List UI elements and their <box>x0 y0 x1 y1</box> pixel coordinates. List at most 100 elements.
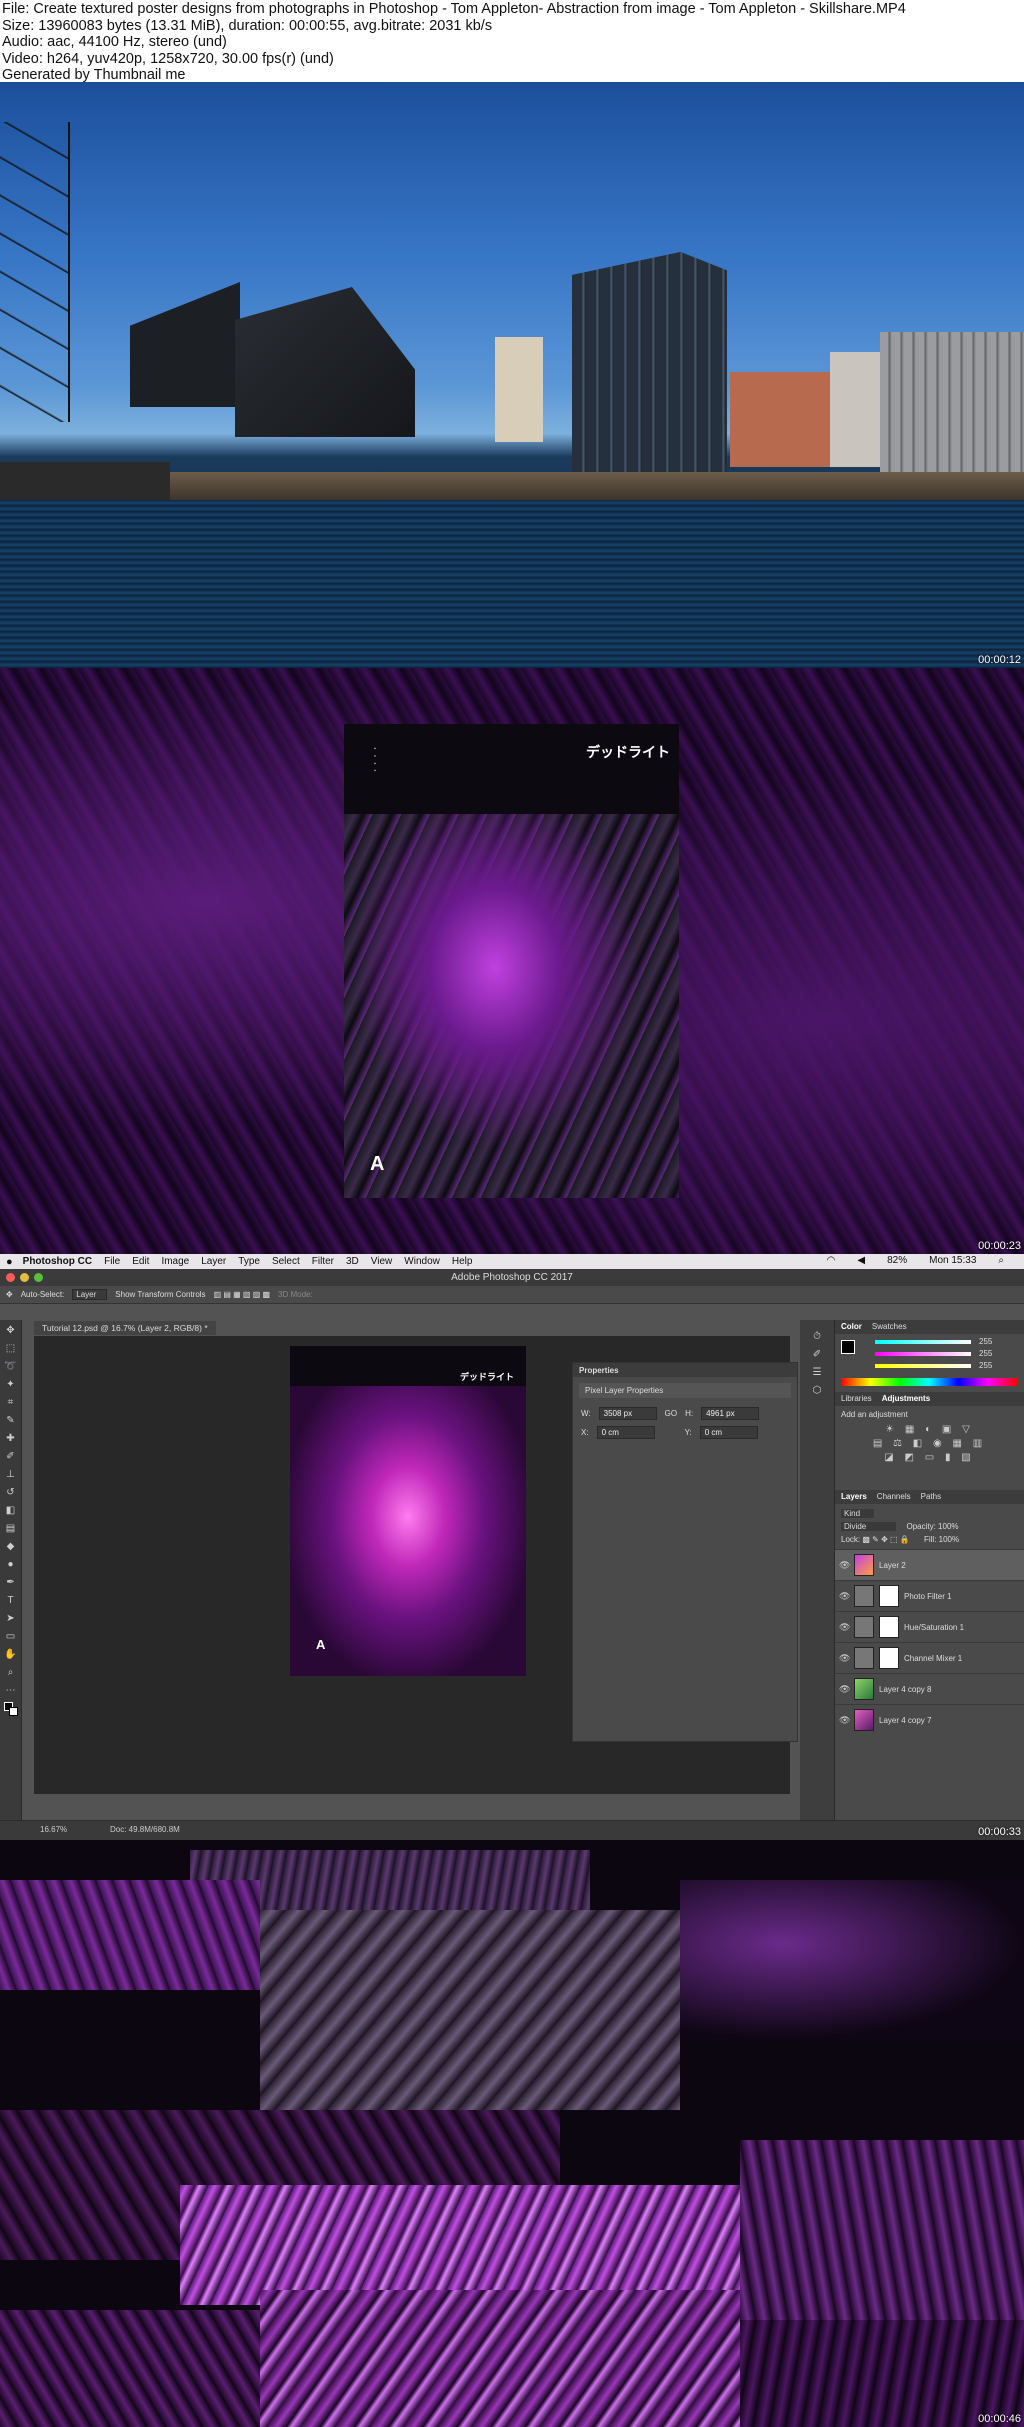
link-dimensions-button[interactable]: GO <box>665 1409 677 1418</box>
spectrum-bar[interactable] <box>841 1378 1017 1386</box>
gradient-tool-icon[interactable]: ▤ <box>4 1522 18 1536</box>
value-r[interactable]: 255 <box>979 1337 992 1346</box>
magic-wand-icon[interactable]: ✦ <box>4 1378 18 1392</box>
document-tab[interactable]: Tutorial 12.psd @ 16.7% (Layer 2, RGB/8)… <box>34 1321 216 1335</box>
eye-icon[interactable]: 👁 <box>839 1591 850 1602</box>
brush-tool-icon[interactable]: ✐ <box>4 1450 18 1464</box>
layer-row[interactable]: 👁 Hue/Saturation 1 <box>835 1611 1024 1642</box>
blend-mode-dropdown[interactable]: Divide <box>841 1522 897 1531</box>
tab-adjustments[interactable]: Adjustments <box>882 1394 930 1404</box>
more-tools-icon[interactable]: ⋯ <box>4 1684 18 1698</box>
kind-filter[interactable]: Kind <box>841 1509 875 1518</box>
menu-help[interactable]: Help <box>452 1256 473 1267</box>
zoom-window-button[interactable] <box>34 1273 43 1282</box>
wifi-icon[interactable]: ◠ <box>827 1255 836 1266</box>
tab-layers[interactable]: Layers <box>841 1492 867 1502</box>
properties-title[interactable]: Properties <box>573 1363 797 1377</box>
menu-image[interactable]: Image <box>161 1256 189 1267</box>
menu-3d[interactable]: 3D <box>346 1256 359 1267</box>
menu-app-name[interactable]: Photoshop CC <box>23 1256 92 1267</box>
eye-icon[interactable]: 👁 <box>839 1560 850 1571</box>
layer-name[interactable]: Layer 2 <box>879 1561 906 1570</box>
apple-menu-icon[interactable]: ● <box>6 1256 13 1268</box>
clock[interactable]: Mon 15:33 <box>929 1255 976 1266</box>
canvas-poster[interactable]: デッドライト A <box>290 1346 526 1676</box>
search-icon[interactable]: ⌕ <box>998 1255 1004 1266</box>
fill-value[interactable]: 100% <box>939 1535 959 1544</box>
zoom-tool-icon[interactable]: ⌕ <box>4 1666 18 1680</box>
menu-view[interactable]: View <box>371 1256 393 1267</box>
tab-swatches[interactable]: Swatches <box>872 1322 907 1332</box>
blur-tool-icon[interactable]: ◆ <box>4 1540 18 1554</box>
tab-color[interactable]: Color <box>841 1322 862 1332</box>
hand-tool-icon[interactable]: ✋ <box>4 1648 18 1662</box>
menu-window[interactable]: Window <box>404 1256 440 1267</box>
move-tool-icon[interactable]: ✥ <box>4 1324 18 1338</box>
eye-icon[interactable]: 👁 <box>839 1715 850 1726</box>
doc-size[interactable]: Doc: 49.8M/680.8M <box>110 1825 180 1834</box>
opacity-value[interactable]: 100% <box>938 1522 958 1531</box>
layer-name[interactable]: Layer 4 copy 7 <box>879 1716 931 1725</box>
transform-controls-checkbox[interactable]: Show Transform Controls <box>115 1290 205 1299</box>
eraser-tool-icon[interactable]: ◧ <box>4 1504 18 1518</box>
menu-type[interactable]: Type <box>238 1256 260 1267</box>
fg-bg-swatch[interactable] <box>841 1340 855 1354</box>
slider-g[interactable] <box>875 1352 971 1356</box>
value-g[interactable]: 255 <box>979 1349 992 1358</box>
history-brush-icon[interactable]: ↺ <box>4 1486 18 1500</box>
eye-icon[interactable]: 👁 <box>839 1622 850 1633</box>
x-field[interactable]: 0 cm <box>596 1426 655 1439</box>
layer-row[interactable]: 👁 Layer 4 copy 8 <box>835 1673 1024 1704</box>
layer-row[interactable]: 👁 Layer 4 copy 7 <box>835 1704 1024 1735</box>
layer-name[interactable]: Hue/Saturation 1 <box>904 1623 964 1632</box>
menu-layer[interactable]: Layer <box>201 1256 226 1267</box>
move-tool-icon[interactable]: ✥ <box>6 1290 13 1299</box>
layer-row[interactable]: 👁 Layer 2 <box>835 1549 1024 1580</box>
shape-tool-icon[interactable]: ▭ <box>4 1630 18 1644</box>
auto-select-dropdown[interactable]: Layer <box>72 1289 108 1300</box>
slider-r[interactable] <box>875 1340 971 1344</box>
eye-icon[interactable]: 👁 <box>839 1684 850 1695</box>
height-field[interactable]: 4961 px <box>701 1407 760 1420</box>
zoom-level[interactable]: 16.67% <box>40 1825 67 1834</box>
tab-paths[interactable]: Paths <box>921 1492 941 1502</box>
history-panel-icon[interactable]: ⏱ <box>810 1330 824 1344</box>
eyedropper-icon[interactable]: ✎ <box>4 1414 18 1428</box>
healing-brush-icon[interactable]: ✚ <box>4 1432 18 1446</box>
layer-row[interactable]: 👁 Photo Filter 1 <box>835 1580 1024 1611</box>
lasso-tool-icon[interactable]: ➰ <box>4 1360 18 1374</box>
pen-tool-icon[interactable]: ✒ <box>4 1576 18 1590</box>
marquee-tool-icon[interactable]: ⬚ <box>4 1342 18 1356</box>
y-field[interactable]: 0 cm <box>699 1426 758 1439</box>
slider-b[interactable] <box>875 1364 971 1368</box>
menu-select[interactable]: Select <box>272 1256 300 1267</box>
dodge-tool-icon[interactable]: ● <box>4 1558 18 1572</box>
menu-edit[interactable]: Edit <box>132 1256 149 1267</box>
3d-panel-icon[interactable]: ⬡ <box>810 1384 824 1398</box>
value-b[interactable]: 255 <box>979 1361 992 1370</box>
tab-libraries[interactable]: Libraries <box>841 1394 872 1404</box>
close-window-button[interactable] <box>6 1273 15 1282</box>
properties-panel-icon[interactable]: ☰ <box>810 1366 824 1380</box>
path-select-icon[interactable]: ➤ <box>4 1612 18 1626</box>
layer-name[interactable]: Channel Mixer 1 <box>904 1654 962 1663</box>
layer-row[interactable]: 👁 Channel Mixer 1 <box>835 1642 1024 1673</box>
type-tool-icon[interactable]: T <box>4 1594 18 1608</box>
align-icons[interactable]: ▥ ▤ ▦ ▧ ▨ ▩ <box>214 1290 270 1299</box>
brushes-panel-icon[interactable]: ✐ <box>810 1348 824 1362</box>
volume-icon[interactable]: ◀ <box>857 1255 865 1266</box>
layer-name[interactable]: Layer 4 copy 8 <box>879 1685 931 1694</box>
crop-tool-icon[interactable]: ⌗ <box>4 1396 18 1410</box>
auto-select-label[interactable]: Auto-Select: <box>21 1290 65 1299</box>
tab-channels[interactable]: Channels <box>877 1492 911 1502</box>
menu-filter[interactable]: Filter <box>312 1256 334 1267</box>
stamp-tool-icon[interactable]: ⊥ <box>4 1468 18 1482</box>
color-swatches-icon[interactable] <box>3 1702 18 1716</box>
menu-file[interactable]: File <box>104 1256 120 1267</box>
width-field[interactable]: 3508 px <box>598 1407 657 1420</box>
adjust-icons[interactable]: ☀ ▦ ◐ ▣ ▽ ▤ ⚖ ◧ ◉ ▦ ▥ ◪ ◩ ▭ ▮ ▧ <box>841 1423 1018 1465</box>
layer-name[interactable]: Photo Filter 1 <box>904 1592 952 1601</box>
eye-icon[interactable]: 👁 <box>839 1653 850 1664</box>
minimize-window-button[interactable] <box>20 1273 29 1282</box>
battery-percent[interactable]: 82% <box>887 1255 907 1266</box>
